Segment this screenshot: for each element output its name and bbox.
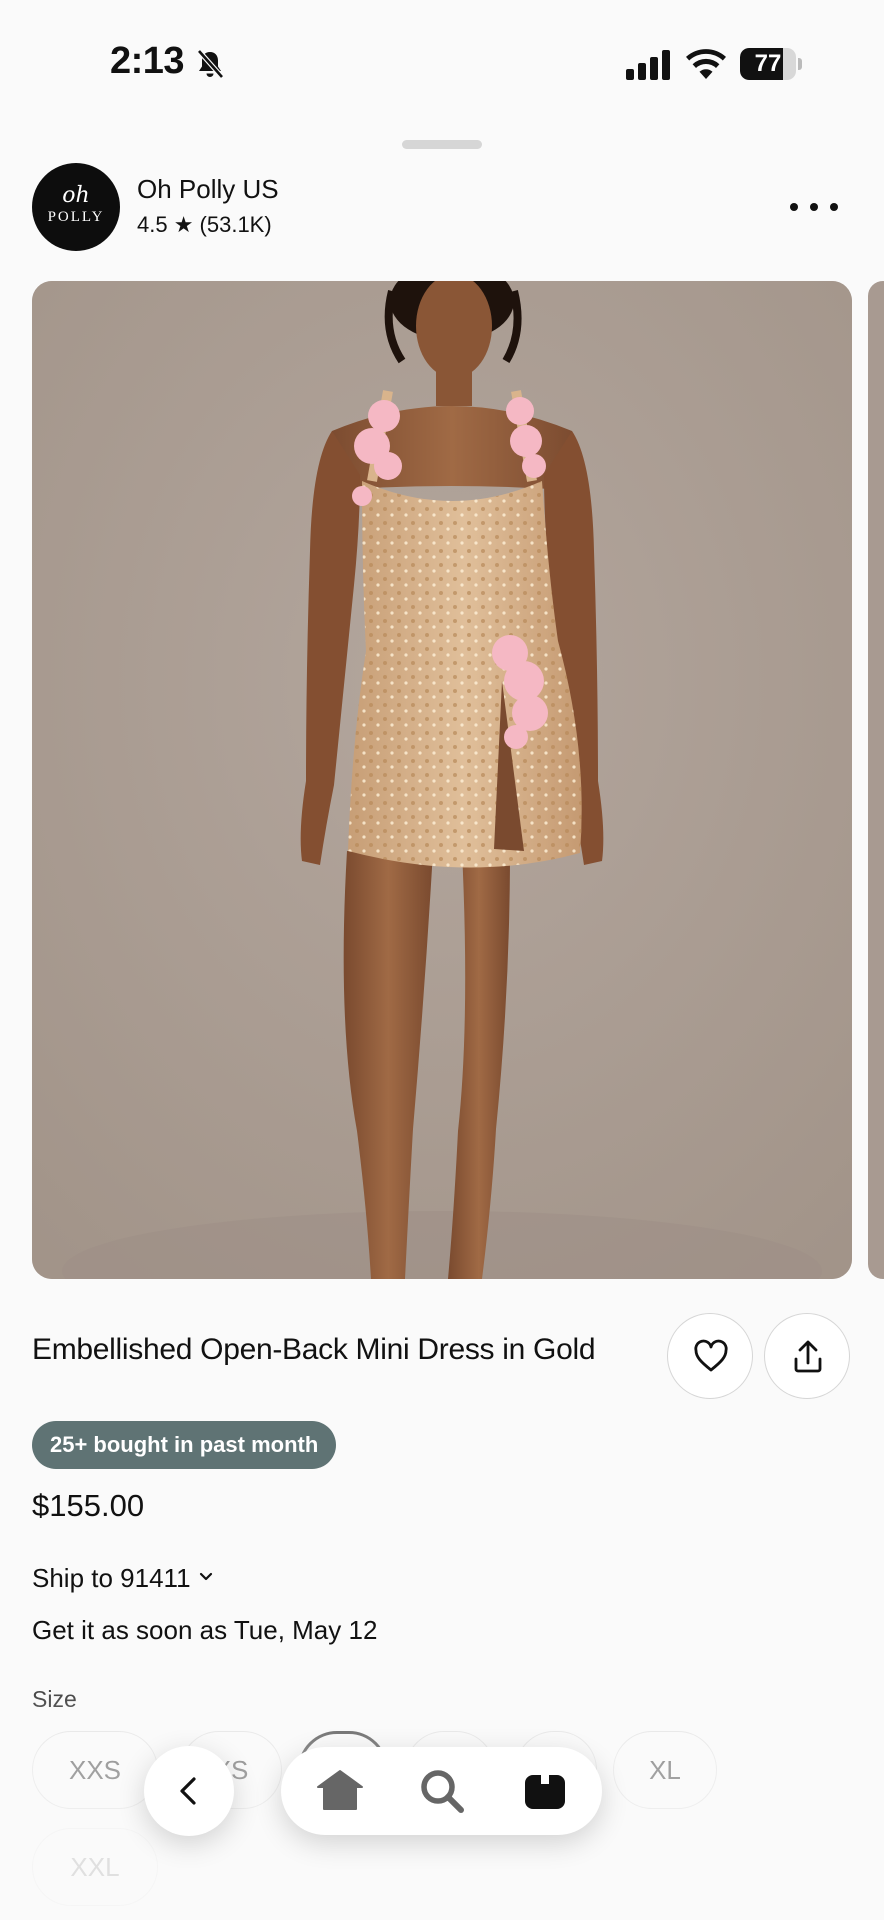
save-button[interactable] [667,1313,753,1399]
seller-name[interactable]: Oh Polly US [137,174,279,205]
ship-to-selector[interactable]: Ship to 91411 [32,1563,213,1594]
model-photo [32,281,852,1279]
size-option-xl[interactable]: XL [613,1731,717,1809]
status-bar: 2:13 77 [0,0,884,110]
more-options-button[interactable] [790,196,840,218]
delivery-estimate: Get it as soon as Tue, May 12 [32,1615,378,1645]
product-title: Embellished Open-Back Mini Dress in Gold [32,1333,596,1366]
wifi-icon [686,49,726,79]
product-price: $155.00 [32,1488,145,1523]
chevron-down-icon [199,1573,212,1581]
back-icon [180,1777,196,1805]
back-button[interactable] [144,1746,234,1836]
nav-bag-button[interactable] [519,1765,571,1817]
status-time: 2:13 [110,40,185,82]
bell-slash-icon [197,49,224,79]
nav-home-button[interactable] [314,1765,366,1817]
product-image[interactable] [32,281,852,1279]
home-icon [317,1770,363,1810]
seller-logo-script: oh [62,183,90,208]
seller-logo[interactable]: oh POLLY [32,163,120,251]
nav-search-button[interactable] [416,1765,468,1817]
size-option-xxl[interactable]: XXL [32,1828,158,1906]
heart-icon [694,1339,728,1372]
share-button[interactable] [764,1313,850,1399]
sheet-grabber-handle[interactable] [402,140,482,149]
bottom-nav-pill [281,1747,602,1835]
bag-icon [525,1775,565,1809]
battery-percentage: 77 [754,50,782,77]
next-product-image-peek[interactable] [868,281,884,1279]
cellular-signal-icon [626,50,670,80]
size-option-xxs[interactable]: XXS [32,1731,158,1809]
share-icon [794,1340,822,1373]
search-icon [421,1770,464,1813]
battery-icon: 77 [740,48,802,80]
ship-to-label: Ship to 91411 [32,1563,191,1593]
seller-logo-word: POLLY [47,209,105,225]
seller-rating: 4.5 ★ (53.1K) [137,212,272,237]
purchase-count-badge: 25+ bought in past month [32,1421,337,1469]
size-label: Size [32,1686,77,1712]
